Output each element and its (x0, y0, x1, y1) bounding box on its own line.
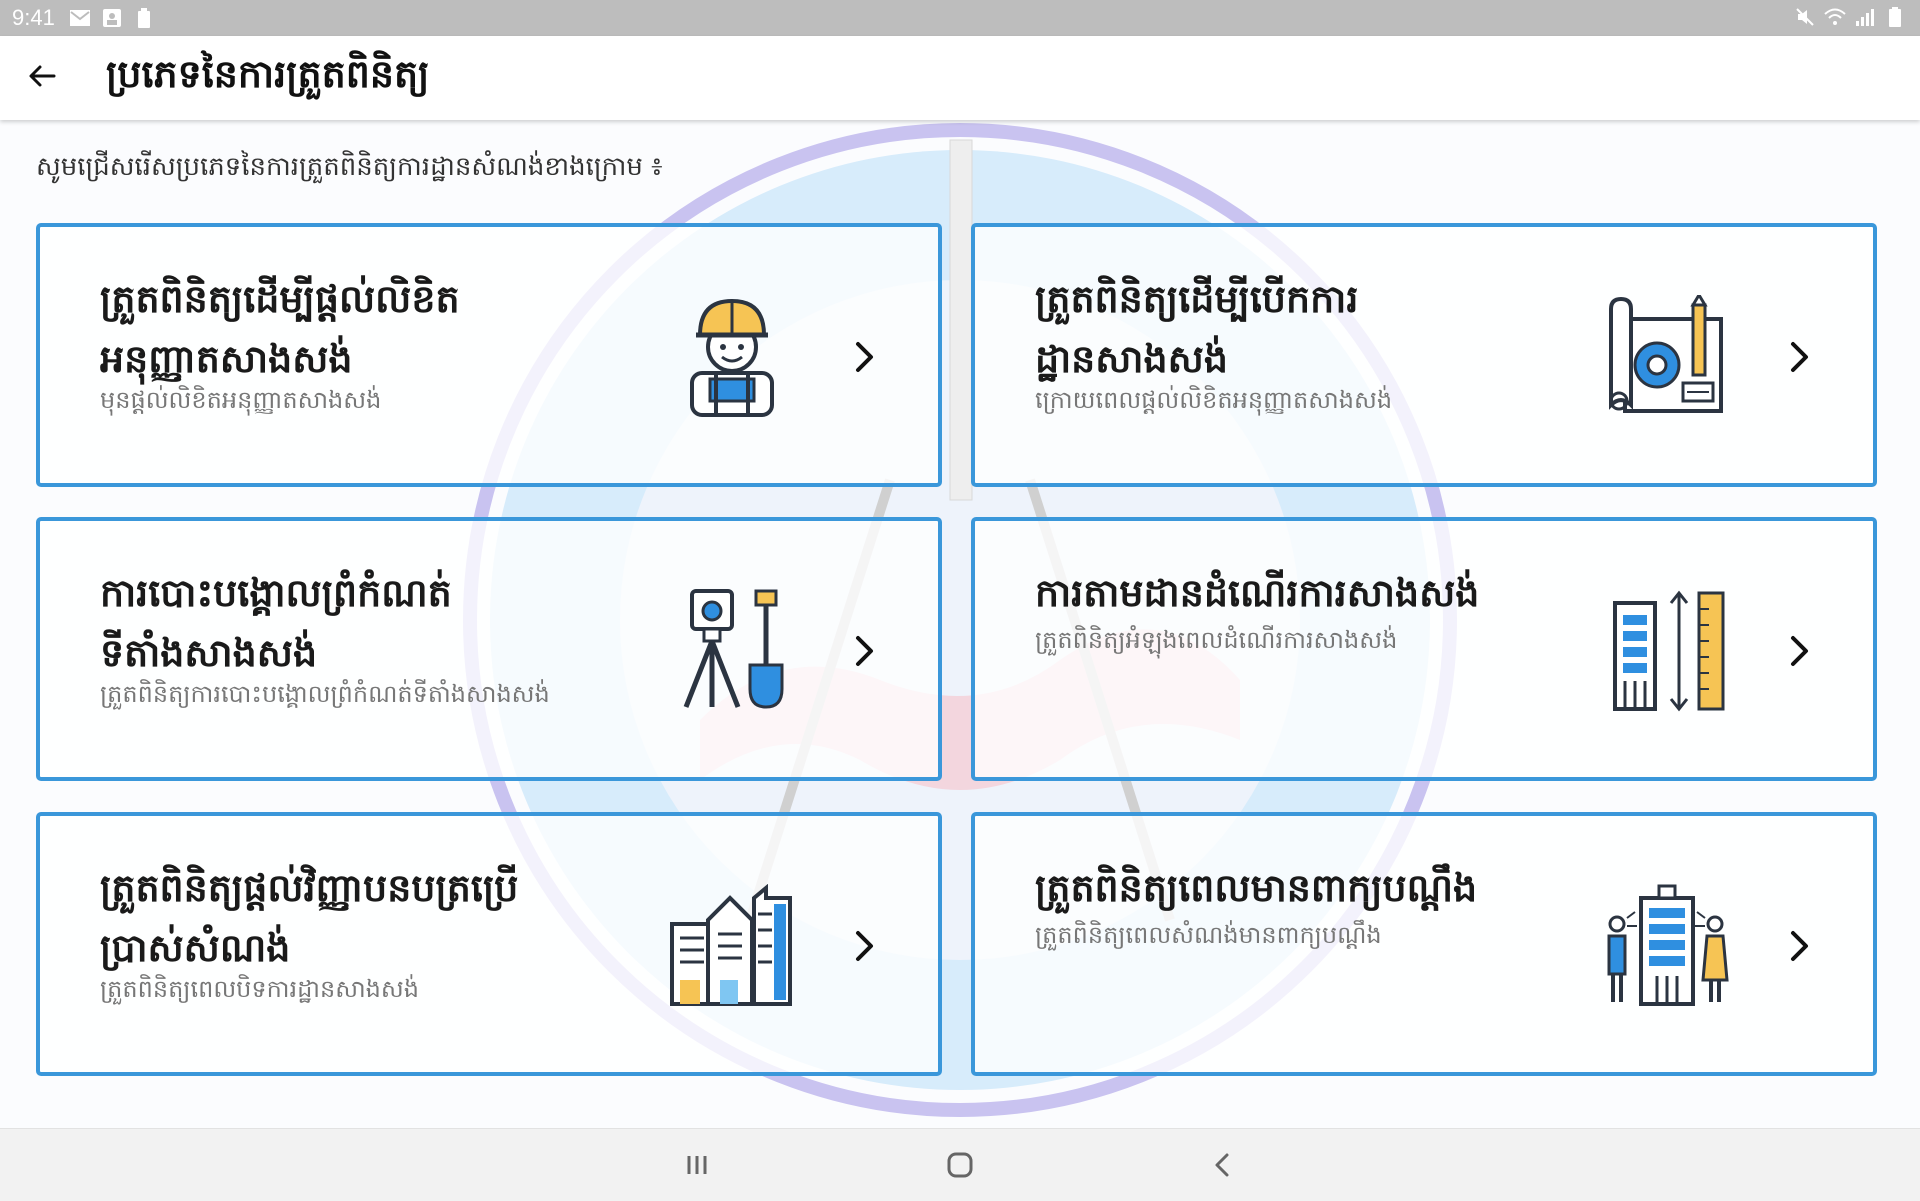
status-time: 9:41 (12, 5, 55, 30)
card-title-line1: ត្រួតពិនិត្យផ្ដល់វិញ្ញាបនបត្រប្រើ (100, 866, 519, 910)
inspection-type-card-permit[interactable]: ត្រួតពិនិត្យដើម្បីផ្ដល់លិខិត អនុញ្ញាតសាង… (36, 223, 942, 487)
card-title: ត្រួតពិនិត្យផ្ដល់វិញ្ញាបនបត្រប្រើ ប្រាស់… (100, 858, 660, 978)
inspection-type-card-complaint[interactable]: ត្រួតពិនិត្យពេលមានពាក្យបណ្ដឹង ត្រួតពិនិត… (971, 812, 1877, 1076)
blueprint-icon (1609, 295, 1723, 413)
chevron-right-icon (1791, 931, 1808, 961)
card-subtitle: ក្រោយពេលផ្ដល់លិខិតអនុញ្ញាតសាងសង់ (1035, 386, 1393, 414)
photo-icon (101, 7, 123, 29)
home-icon (947, 1152, 973, 1178)
card-title: ការតាមដានដំណើរការសាងសង់ (1035, 563, 1655, 623)
surveying-tools-icon (683, 589, 784, 709)
card-title: ការបោះបង្គោលព្រំកំណត់ ទីតាំងសាងសង់ (100, 563, 660, 683)
battery-saver-icon (133, 7, 155, 29)
card-subtitle: ត្រួតពិនិត្យពេលសំណង់មានពាក្យបណ្ដឹង (1035, 921, 1382, 949)
system-nav-bar (0, 1128, 1920, 1201)
card-title-line2: ដ្ឋានសាងសង់ (1035, 337, 1228, 381)
card-subtitle: ត្រួតពិនិត្យអំឡុងពេលដំណើរការសាងសង់ (1035, 626, 1398, 654)
card-subtitle: មុនផ្ដល់លិខិតអនុញ្ញាតសាងសង់ (100, 386, 382, 414)
building-complaint-icon (1607, 884, 1729, 1006)
card-subtitle: ត្រួតពិនិត្យពេលបិទការដ្ឋានសាងសង់ (100, 975, 419, 1003)
card-title-line1: ការបោះបង្គោលព្រំកំណត់ (100, 571, 452, 615)
mute-icon (1794, 6, 1816, 28)
chevron-right-icon (856, 636, 873, 666)
status-bar: 9:41 (0, 0, 1920, 36)
card-title-line2: ទីតាំងសាងសង់ (100, 631, 318, 675)
city-buildings-icon (670, 884, 792, 1006)
back-button[interactable] (0, 36, 84, 120)
instruction-text: សូមជ្រើសរើសប្រភេទនៃការត្រួតពិនិត្យការដ្ឋ… (36, 152, 663, 182)
card-subtitle: ត្រួតពិនិត្យការបោះបង្គោលព្រំកំណត់ទីតាំងស… (100, 680, 550, 708)
card-title-line2: ប្រាស់សំណង់ (100, 926, 291, 970)
card-title: ត្រួតពិនិត្យពេលមានពាក្យបណ្ដឹង (1035, 858, 1655, 918)
card-title-line1: ត្រួតពិនិត្យពេលមានពាក្យបណ្ដឹង (1035, 866, 1478, 910)
card-title: ត្រួតពិនិត្យដើម្បីបើកការ ដ្ឋានសាងសង់ (1035, 269, 1595, 389)
gmail-icon (69, 7, 91, 29)
chevron-right-icon (1791, 342, 1808, 372)
back-icon (1215, 1153, 1229, 1177)
building-height-icon (1613, 590, 1725, 712)
inspection-type-card-open-site[interactable]: ត្រួតពិនិត្យដើម្បីបើកការ ដ្ឋានសាងសង់ ក្រ… (971, 223, 1877, 487)
construction-worker-icon (690, 298, 774, 417)
card-title-line1: ត្រួតពិនិត្យដើម្បីផ្ដល់លិខិត (100, 277, 460, 321)
card-title-line2: អនុញ្ញាតសាងសង់ (100, 337, 353, 381)
wifi-icon (1824, 6, 1846, 28)
card-title-line1: ត្រួតពិនិត្យដើម្បីបើកការ (1035, 277, 1359, 321)
chevron-right-icon (1791, 636, 1808, 666)
card-title: ត្រួតពិនិត្យដើម្បីផ្ដល់លិខិត អនុញ្ញាតសាង… (100, 269, 660, 389)
inspection-type-card-progress[interactable]: ការតាមដានដំណើរការសាងសង់ ត្រួតពិនិត្យអំឡុ… (971, 517, 1877, 781)
arrow-left-icon (26, 60, 58, 96)
chevron-right-icon (856, 342, 873, 372)
app-bar: ប្រភេទនៃការត្រួតពិនិត្យ (0, 36, 1920, 120)
recents-icon (687, 1156, 707, 1174)
card-title-line1: ការតាមដានដំណើរការសាងសង់ (1035, 571, 1480, 615)
home-button[interactable] (915, 1135, 1005, 1195)
chevron-right-icon (856, 931, 873, 961)
system-back-button[interactable] (1178, 1135, 1268, 1195)
recents-button[interactable] (652, 1135, 742, 1195)
signal-icon (1854, 6, 1876, 28)
page-title: ប្រភេទនៃការត្រួតពិនិត្យ (106, 52, 430, 96)
battery-icon (1884, 6, 1906, 28)
inspection-type-card-boundary[interactable]: ការបោះបង្គោលព្រំកំណត់ ទីតាំងសាងសង់ ត្រួត… (36, 517, 942, 781)
content-area: សូមជ្រើសរើសប្រភេទនៃការត្រួតពិនិត្យការដ្ឋ… (0, 120, 1920, 1128)
inspection-type-card-occupancy[interactable]: ត្រួតពិនិត្យផ្ដល់វិញ្ញាបនបត្រប្រើ ប្រាស់… (36, 812, 942, 1076)
